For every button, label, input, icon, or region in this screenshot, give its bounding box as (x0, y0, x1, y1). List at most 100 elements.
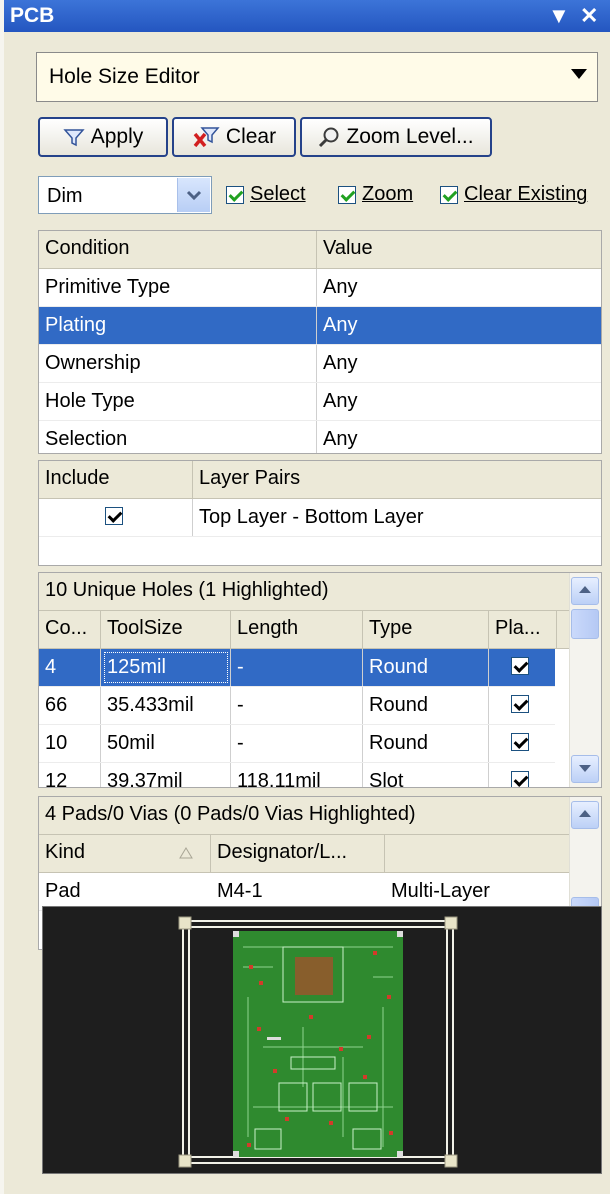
select-label: Select (250, 183, 306, 205)
plated-cell (489, 725, 555, 762)
holes-summary-bar: 10 Unique Holes (1 Highlighted) (39, 573, 569, 611)
designator-column-header[interactable]: Designator/L... (211, 835, 385, 872)
condition-row-selected[interactable]: Plating Any (39, 307, 601, 345)
hole-row[interactable]: 66 35.433mil - Round (39, 687, 555, 725)
scroll-down-button[interactable] (571, 755, 599, 783)
pad-designator: M4-1 (217, 880, 263, 902)
include-column-header[interactable]: Include (39, 461, 193, 498)
mask-mode-value: Dim (47, 185, 83, 207)
condition-value[interactable]: Any (317, 345, 357, 382)
layer-pairs-grid: Include Layer Pairs Top Layer - Bottom L… (38, 460, 602, 566)
hole-row-selected[interactable]: 4 125mil - Round (39, 649, 555, 687)
conditions-header: Condition Value (39, 231, 601, 269)
hole-type: Round (363, 649, 489, 686)
zoom-label: Zoom (362, 183, 414, 205)
unique-holes-grid: 10 Unique Holes (1 Highlighted) Co... To… (38, 572, 602, 788)
layer-pair-name: Top Layer - Bottom Layer (199, 506, 424, 528)
zoom-level-label: Zoom Level... (346, 125, 474, 148)
pads-header: Kind Designator/L... (39, 835, 569, 873)
pads-summary-bar: 4 Pads/0 Vias (0 Pads/0 Vias Highlighted… (39, 797, 569, 835)
holes-scrollbar[interactable] (569, 573, 601, 787)
close-icon[interactable]: ✕ (580, 3, 598, 29)
pad-layer: Multi-Layer (391, 880, 490, 902)
hole-toolsize[interactable]: 50mil (101, 725, 231, 762)
clear-button[interactable]: Clear (172, 117, 296, 157)
clear-label: Clear (225, 125, 277, 148)
include-cell (39, 499, 193, 536)
magnifier-icon (319, 127, 339, 148)
layer-pairs-column-header[interactable]: Layer Pairs (193, 461, 601, 498)
board-thumbnail (178, 916, 458, 1168)
condition-column-header[interactable]: Condition (39, 231, 317, 268)
plated-checkbox[interactable] (511, 771, 529, 787)
panel-titlebar: PCB ▼ ✕ (4, 0, 610, 32)
layer-pairs-header: Include Layer Pairs (39, 461, 601, 499)
condition-row[interactable]: Ownership Any (39, 345, 601, 383)
hole-type: Round (363, 725, 489, 762)
chevron-down-icon[interactable] (177, 178, 210, 212)
condition-value[interactable]: Any (317, 383, 357, 420)
editor-mode-select[interactable]: Hole Size Editor (36, 52, 598, 102)
hole-toolsize[interactable]: 39.37mil (101, 763, 231, 787)
hole-length: 118.11mil (231, 763, 363, 787)
hole-row[interactable]: 10 50mil - Round (39, 725, 555, 763)
condition-name: Ownership (39, 345, 317, 382)
include-checkbox[interactable] (105, 507, 123, 525)
condition-value[interactable]: Any (317, 421, 357, 453)
chevron-up-icon (579, 810, 591, 817)
scroll-up-button[interactable] (571, 577, 599, 605)
plated-column-header[interactable]: Pla... (489, 611, 557, 648)
clear-filter-icon (193, 127, 220, 148)
hole-toolsize[interactable]: 35.433mil (101, 687, 231, 724)
clear-existing-label: Clear Existing (464, 183, 588, 205)
holes-summary: 10 Unique Holes (1 Highlighted) (45, 579, 329, 601)
type-column-header[interactable]: Type (363, 611, 489, 648)
zoom-level-button[interactable]: Zoom Level... (300, 117, 492, 157)
count-column-header[interactable]: Co... (39, 611, 101, 648)
condition-value[interactable]: Any (317, 307, 357, 344)
condition-value[interactable]: Any (317, 269, 357, 306)
select-option[interactable]: Select (226, 183, 306, 206)
kind-header-label: Kind (45, 841, 86, 863)
condition-name: Primitive Type (39, 269, 317, 306)
zoom-checkbox[interactable] (338, 185, 356, 204)
hole-toolsize[interactable]: 125mil (101, 649, 231, 686)
plated-checkbox[interactable] (511, 695, 529, 713)
select-checkbox[interactable] (226, 185, 244, 204)
layer-pair-row[interactable]: Top Layer - Bottom Layer (39, 499, 601, 537)
kind-column-header[interactable]: Kind (39, 835, 211, 872)
filter-icon (63, 129, 85, 147)
holes-header: Co... ToolSize Length Type Pla... (39, 611, 569, 649)
scroll-thumb[interactable] (571, 609, 599, 639)
hole-count: 10 (39, 725, 101, 762)
apply-button[interactable]: Apply (38, 117, 168, 157)
editor-mode-value: Hole Size Editor (49, 65, 200, 88)
condition-row[interactable]: Primitive Type Any (39, 269, 601, 307)
pad-kind: Pad (45, 880, 81, 902)
hole-length: - (231, 649, 363, 686)
hole-row[interactable]: 12 39.37mil 118.11mil Slot (39, 763, 555, 787)
clear-existing-option[interactable]: Clear Existing (440, 183, 587, 206)
chevron-down-icon (579, 765, 591, 772)
hole-count: 66 (39, 687, 101, 724)
condition-name: Selection (39, 421, 317, 453)
plated-cell (489, 763, 555, 787)
clear-existing-checkbox[interactable] (440, 185, 458, 204)
scroll-up-button[interactable] (571, 801, 599, 829)
mask-mode-select[interactable]: Dim (38, 176, 212, 214)
chevron-down-icon (571, 69, 587, 79)
zoom-option[interactable]: Zoom (338, 183, 413, 206)
layer-column-header[interactable] (385, 835, 569, 872)
hole-type: Round (363, 687, 489, 724)
plated-checkbox[interactable] (511, 733, 529, 751)
plated-checkbox[interactable] (511, 657, 529, 675)
toolsize-column-header[interactable]: ToolSize (101, 611, 231, 648)
condition-row[interactable]: Hole Type Any (39, 383, 601, 421)
condition-row[interactable]: Selection Any (39, 421, 601, 453)
panel-menu-icon[interactable]: ▼ (548, 3, 570, 29)
value-column-header[interactable]: Value (317, 231, 601, 268)
condition-name: Plating (39, 307, 317, 344)
board-preview[interactable] (42, 906, 602, 1174)
length-column-header[interactable]: Length (231, 611, 363, 648)
hole-length: - (231, 725, 363, 762)
